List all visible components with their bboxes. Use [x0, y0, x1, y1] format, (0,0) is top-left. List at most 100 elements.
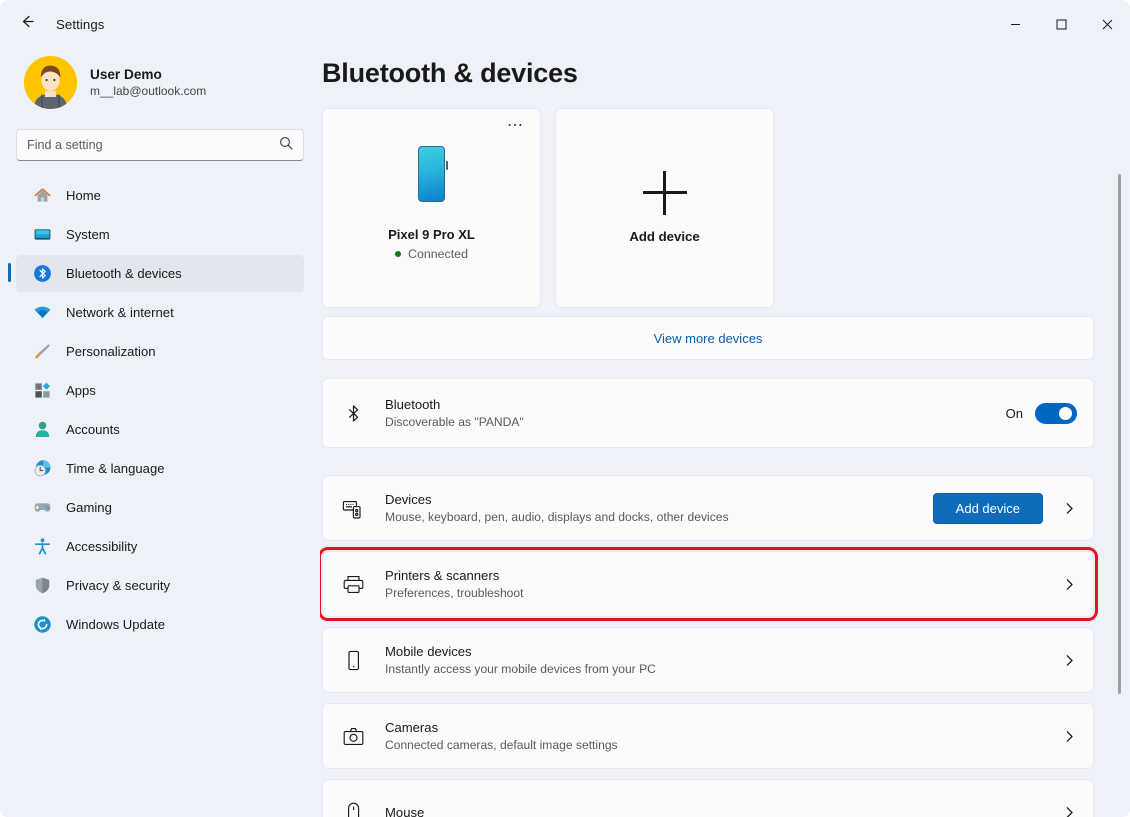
account-icon — [32, 420, 52, 440]
bluetooth-toggle-wrap: On — [1005, 402, 1077, 424]
home-icon — [32, 186, 52, 206]
sidebar-item-accessibility[interactable]: Accessibility — [16, 528, 304, 565]
status-dot-icon — [395, 251, 402, 257]
bluetooth-row-title: Bluetooth — [385, 397, 441, 412]
settings-row-title: Cameras — [385, 720, 439, 735]
add-device-button[interactable]: Add device — [932, 492, 1043, 524]
add-device-card[interactable]: Add device — [555, 108, 774, 308]
gamepad-icon — [32, 498, 52, 518]
settings-row-printers-scanners[interactable]: Printers & scanners Preferences, trouble… — [320, 547, 1098, 621]
close-button[interactable] — [1084, 0, 1130, 48]
apps-icon — [32, 381, 52, 401]
window-controls — [992, 0, 1130, 48]
title-bar: Settings — [0, 0, 1130, 48]
settings-window: Settings User Demo m__lab@outlook.com Fi… — [0, 0, 1130, 817]
shield-icon — [32, 576, 52, 596]
more-options-icon[interactable]: ⋯ — [501, 117, 530, 135]
avatar — [24, 56, 77, 109]
sidebar-item-network-internet[interactable]: Network & internet — [16, 294, 304, 331]
settings-row-devices[interactable]: Devices Mouse, keyboard, pen, audio, dis… — [322, 475, 1094, 541]
profile-meta: User Demo m__lab@outlook.com — [90, 67, 206, 98]
sidebar-item-time-language[interactable]: Time & language — [16, 450, 304, 487]
settings-row-mouse[interactable]: Mouse — [322, 779, 1094, 817]
chevron-right-icon — [1061, 578, 1077, 591]
search-input[interactable] — [27, 138, 279, 152]
sidebar-item-label: Windows Update — [66, 617, 165, 632]
search-icon — [279, 136, 293, 155]
update-icon — [32, 615, 52, 635]
chevron-right-icon — [1061, 806, 1077, 817]
scrollbar-thumb[interactable] — [1118, 174, 1121, 694]
window-body: User Demo m__lab@outlook.com Find a sett… — [0, 48, 1130, 817]
system-icon — [32, 225, 52, 245]
mouse-icon — [337, 801, 369, 817]
sidebar-item-home[interactable]: Home — [16, 177, 304, 214]
bluetooth-toggle[interactable] — [1035, 402, 1077, 424]
mobile-icon — [337, 649, 369, 672]
sidebar-item-apps[interactable]: Apps — [16, 372, 304, 409]
bluetooth-icon — [337, 403, 369, 424]
devices-row-text: Devices Mouse, keyboard, pen, audio, dis… — [385, 492, 933, 524]
settings-row-title: Mouse — [385, 804, 425, 817]
settings-row-mobile-devices[interactable]: Mobile devices Instantly access your mob… — [322, 627, 1094, 693]
device-card-pixel[interactable]: ⋯ Pixel 9 Pro XL Connected — [322, 108, 541, 308]
window-title: Settings — [56, 16, 105, 32]
back-arrow-icon — [19, 13, 36, 35]
sidebar-item-label: Network & internet — [66, 305, 174, 320]
profile-name: User Demo — [90, 67, 162, 82]
view-more-devices-button[interactable]: View more devices — [322, 316, 1094, 360]
sidebar-item-system[interactable]: System — [16, 216, 304, 253]
plus-icon — [642, 171, 687, 215]
main-scrollbar[interactable] — [1115, 108, 1124, 799]
camera-icon — [337, 725, 369, 748]
bluetooth-toggle-row[interactable]: Bluetooth Discoverable as "PANDA" On — [322, 378, 1094, 448]
sidebar-item-label: Accessibility — [66, 539, 138, 554]
chevron-right-icon — [1061, 654, 1077, 667]
main-scroll-area: Bluetooth & devices ⋯ Pixel 9 Pro XL Con… — [320, 48, 1102, 817]
device-card-status: Connected — [395, 247, 468, 261]
profile-section[interactable]: User Demo m__lab@outlook.com — [16, 48, 304, 109]
bluetooth-icon — [32, 264, 52, 284]
device-card-status-label: Connected — [408, 247, 468, 261]
settings-row-subtitle: Connected cameras, default image setting… — [385, 738, 618, 752]
sidebar-item-label: Time & language — [66, 461, 165, 476]
sidebar-item-accounts[interactable]: Accounts — [16, 411, 304, 448]
bluetooth-toggle-label: On — [1005, 405, 1023, 421]
sidebar-item-windows-update[interactable]: Windows Update — [16, 606, 304, 643]
maximize-button[interactable] — [1038, 0, 1084, 48]
settings-row-title: Devices — [385, 492, 432, 507]
search-box[interactable] — [16, 129, 304, 161]
page-title: Bluetooth & devices — [322, 58, 578, 88]
sidebar-item-privacy-security[interactable]: Privacy & security — [16, 567, 304, 604]
brush-icon — [32, 342, 52, 362]
sidebar-item-gaming[interactable]: Gaming — [16, 489, 304, 526]
minimize-button[interactable] — [992, 0, 1038, 48]
sidebar-item-label: Accounts — [66, 422, 120, 437]
settings-row-subtitle: Instantly access your mobile devices fro… — [385, 662, 656, 676]
device-card-name: Pixel 9 Pro XL — [388, 227, 475, 242]
bluetooth-row-text: Bluetooth Discoverable as "PANDA" — [385, 397, 1006, 429]
chevron-right-icon — [1061, 502, 1077, 515]
clock-icon — [32, 459, 52, 479]
phone-icon — [418, 146, 448, 202]
wifi-icon — [32, 303, 52, 323]
sidebar-item-label: Bluetooth & devices — [66, 266, 182, 281]
back-button[interactable] — [10, 7, 44, 41]
profile-email: m__lab@outlook.com — [90, 84, 207, 98]
settings-row-cameras[interactable]: Cameras Connected cameras, default image… — [322, 703, 1094, 769]
sidebar-item-label: Gaming — [66, 500, 112, 515]
chevron-right-icon — [1061, 730, 1077, 743]
sidebar-item-label: Apps — [66, 383, 96, 398]
sidebar: User Demo m__lab@outlook.com Find a sett… — [0, 48, 320, 817]
mouse-row-text: Mouse — [385, 805, 1061, 817]
add-device-card-label: Add device — [629, 229, 700, 244]
sidebar-item-bluetooth-devices[interactable]: Bluetooth & devices — [8, 255, 304, 292]
sidebar-item-label: Privacy & security — [66, 578, 171, 593]
sidebar-nav: Home System Bluetooth & devices Network … — [8, 173, 304, 643]
bluetooth-row-subtitle: Discoverable as "PANDA" — [385, 415, 524, 429]
devices-icon — [337, 497, 369, 520]
printer-icon — [337, 573, 369, 596]
settings-row-subtitle: Mouse, keyboard, pen, audio, displays an… — [385, 510, 729, 524]
sidebar-item-personalization[interactable]: Personalization — [16, 333, 304, 370]
device-cards: ⋯ Pixel 9 Pro XL Connected Add device — [322, 108, 1094, 308]
